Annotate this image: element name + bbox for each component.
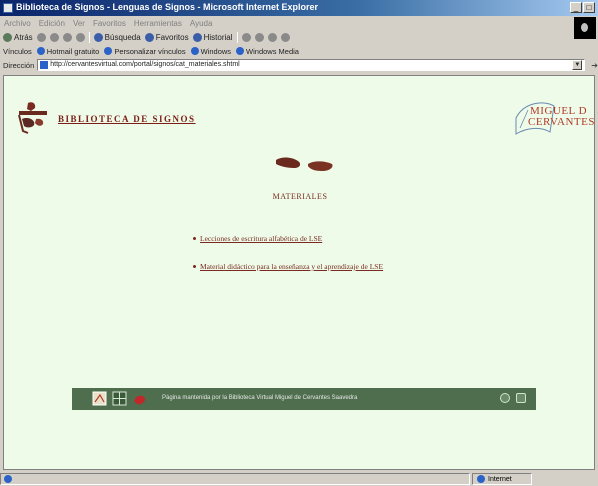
globe-icon bbox=[477, 475, 485, 483]
zone-label: Internet bbox=[488, 475, 512, 483]
stop-icon bbox=[49, 32, 59, 42]
discuss-icon bbox=[280, 32, 290, 42]
hand-sign-icon[interactable] bbox=[132, 391, 147, 406]
site-title[interactable]: BIBLIOTECA DE SIGNOS bbox=[58, 114, 196, 124]
search-icon bbox=[93, 32, 103, 42]
cervantes-logo[interactable]: MIGUEL D CERVANTES bbox=[514, 98, 594, 138]
ie-link-icon bbox=[36, 47, 45, 55]
ie-link-icon bbox=[190, 47, 199, 55]
footer-text: Página mantenida por la Biblioteca Virtu… bbox=[162, 395, 358, 401]
window-title: Biblioteca de Signos - Lenguas de Signos… bbox=[16, 2, 319, 12]
address-label: Dirección bbox=[3, 60, 35, 70]
minimize-button[interactable]: _ bbox=[570, 2, 582, 13]
stop-button[interactable] bbox=[49, 32, 59, 42]
toolbar-separator bbox=[236, 31, 238, 43]
ie-page-icon bbox=[3, 3, 13, 13]
link-windows-media[interactable]: Windows Media bbox=[236, 47, 299, 56]
menu-bar: Archivo Edición Ver Favoritos Herramient… bbox=[0, 17, 598, 29]
mail-button[interactable] bbox=[241, 32, 251, 42]
library-logo-icon[interactable] bbox=[14, 101, 52, 137]
menu-file[interactable]: Archivo bbox=[4, 19, 31, 28]
materials-link-list: Lecciones de escritura alfabética de LSE… bbox=[192, 234, 383, 290]
mail-icon bbox=[241, 32, 251, 42]
ie-link-icon bbox=[104, 47, 113, 55]
forward-button[interactable] bbox=[36, 32, 46, 42]
browser-window: Biblioteca de Signos - Lenguas de Signos… bbox=[0, 0, 598, 486]
link-windows[interactable]: Windows bbox=[190, 47, 231, 56]
favorites-star-icon bbox=[144, 32, 154, 42]
signing-hands-icon bbox=[276, 157, 333, 171]
page-icon bbox=[40, 61, 49, 69]
refresh-icon bbox=[62, 32, 72, 42]
go-arrow-icon[interactable]: ➔ bbox=[591, 61, 598, 70]
status-text bbox=[0, 473, 470, 485]
address-dropdown-button[interactable]: ▼ bbox=[572, 60, 583, 70]
logo-line-2: CERVANTES bbox=[528, 116, 595, 128]
page-content: BIBLIOTECA DE SIGNOS MIGUEL D CERVANTES … bbox=[3, 75, 595, 470]
toolbar-separator bbox=[88, 31, 90, 43]
menu-view[interactable]: Ver bbox=[73, 19, 85, 28]
search-button[interactable]: Búsqueda bbox=[93, 32, 141, 42]
status-bar: Internet bbox=[0, 472, 598, 486]
maximize-button[interactable]: □ bbox=[583, 2, 595, 13]
print-button[interactable] bbox=[254, 32, 264, 42]
home-icon bbox=[75, 32, 85, 42]
ie-status-icon bbox=[4, 475, 12, 483]
menu-tools[interactable]: Herramientas bbox=[134, 19, 182, 28]
refresh-button[interactable] bbox=[62, 32, 72, 42]
footer-bar: Página mantenida por la Biblioteca Virtu… bbox=[72, 388, 536, 410]
section-heading: MATERIALES bbox=[272, 192, 328, 201]
links-bar: Vínculos Hotmail gratuito Personalizar v… bbox=[0, 45, 598, 57]
history-icon bbox=[192, 32, 202, 42]
edit-button[interactable] bbox=[267, 32, 277, 42]
title-bar: Biblioteca de Signos - Lenguas de Signos… bbox=[0, 0, 598, 16]
status-zone: Internet bbox=[472, 473, 532, 485]
forward-arrow-icon bbox=[36, 32, 46, 42]
help-icon[interactable] bbox=[500, 393, 510, 403]
grid-icon[interactable] bbox=[112, 391, 127, 406]
address-url: http://cervantesvirtual.com/portal/signo… bbox=[50, 61, 240, 68]
edit-icon bbox=[267, 32, 277, 42]
favorites-button[interactable]: Favoritos bbox=[144, 32, 189, 42]
menu-edit[interactable]: Edición bbox=[39, 19, 65, 28]
link-customize[interactable]: Personalizar vínculos bbox=[104, 47, 186, 56]
back-button[interactable]: Atrás bbox=[3, 32, 33, 42]
discuss-button[interactable] bbox=[280, 32, 290, 42]
back-arrow-icon bbox=[3, 32, 12, 42]
document-icon[interactable] bbox=[92, 391, 107, 406]
mail-icon[interactable] bbox=[516, 393, 526, 403]
history-button[interactable]: Historial bbox=[192, 32, 233, 42]
window-controls: _ □ bbox=[570, 2, 595, 13]
menu-help[interactable]: Ayuda bbox=[190, 19, 213, 28]
link-hotmail[interactable]: Hotmail gratuito bbox=[36, 47, 99, 56]
standard-toolbar: Atrás Búsqueda Favoritos Historial bbox=[0, 30, 574, 44]
ie-link-icon bbox=[236, 47, 245, 55]
ie-throbber-icon bbox=[574, 17, 596, 39]
address-input[interactable]: http://cervantesvirtual.com/portal/signo… bbox=[37, 59, 586, 71]
link-alphabet-lessons[interactable]: Lecciones de escritura alfabética de LSE bbox=[192, 234, 383, 243]
link-teaching-material[interactable]: Material didáctico para la enseñanza y e… bbox=[192, 262, 383, 271]
links-label: Vínculos bbox=[3, 46, 32, 56]
address-bar: Dirección http://cervantesvirtual.com/po… bbox=[0, 58, 598, 72]
menu-favorites[interactable]: Favoritos bbox=[93, 19, 126, 28]
print-icon bbox=[254, 32, 264, 42]
home-button[interactable] bbox=[75, 32, 85, 42]
